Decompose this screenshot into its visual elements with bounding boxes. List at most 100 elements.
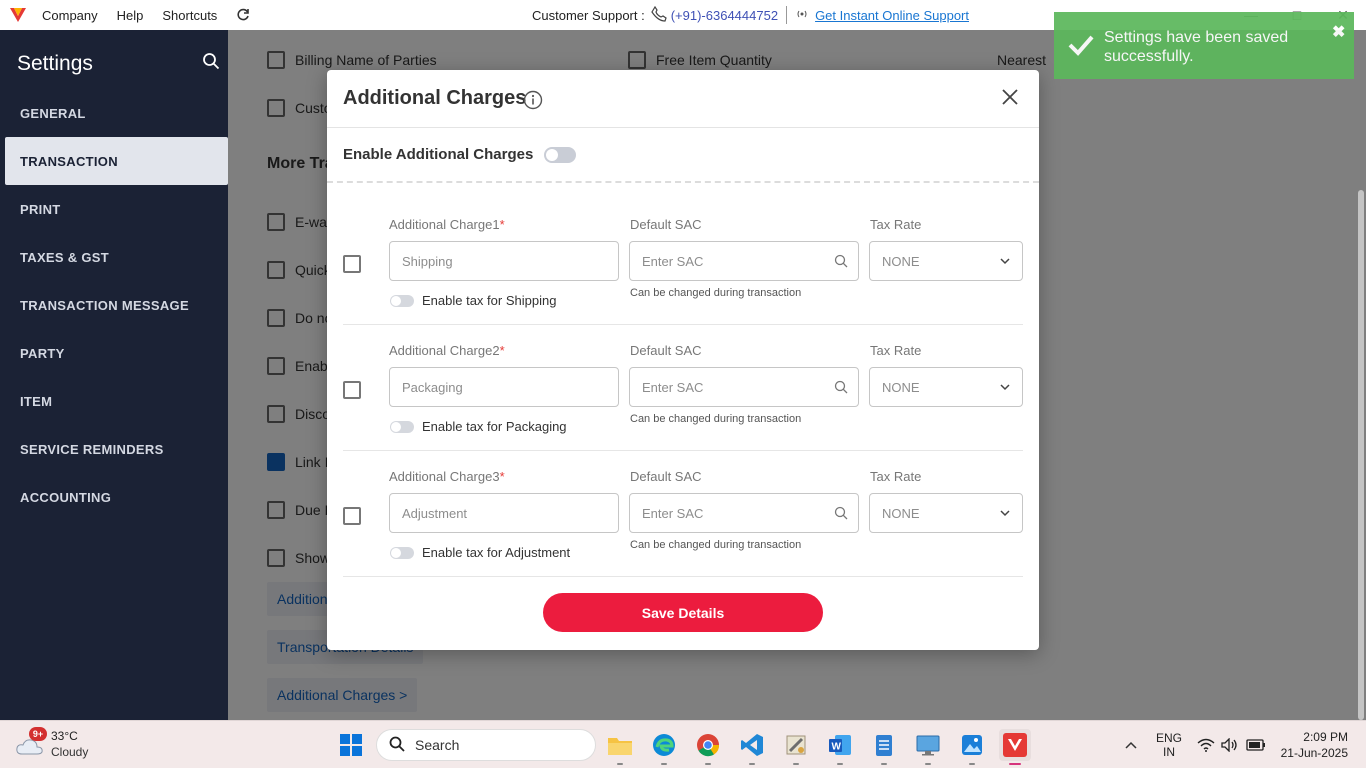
charge-1-tax-select[interactable]: NONE <box>869 241 1023 281</box>
required-mark: * <box>499 343 505 358</box>
divider <box>786 6 788 24</box>
chrome-browser-icon[interactable] <box>692 729 724 765</box>
search-icon <box>389 736 405 755</box>
charge-3-label: Additional Charge3* <box>389 469 505 484</box>
word-icon[interactable]: W <box>824 729 856 765</box>
charge-2-sac-placeholder: Enter SAC <box>642 379 704 395</box>
search-icon[interactable] <box>202 52 220 70</box>
sidebar-item-accounting[interactable]: ACCOUNTING <box>5 473 228 521</box>
toast-close-icon[interactable]: ✖ <box>1332 22 1345 42</box>
settings-sidebar: Settings GENERAL TRANSACTION PRINT TAXES… <box>0 30 228 720</box>
charge-3-tax-toggle-label: Enable tax for Adjustment <box>422 545 571 560</box>
photos-icon[interactable] <box>956 729 988 765</box>
weather-widget[interactable]: 9+ 33°C Cloudy <box>15 727 125 763</box>
sidebar-item-print[interactable]: PRINT <box>5 185 228 233</box>
file-explorer-icon[interactable] <box>604 729 636 765</box>
required-mark: * <box>499 217 505 232</box>
charge-2-label-text: Additional Charge2 <box>389 343 500 358</box>
windows-start-icon[interactable] <box>339 733 363 757</box>
chevron-down-icon <box>998 506 1012 520</box>
sidebar-item-taxes-gst[interactable]: TAXES & GST <box>5 233 228 281</box>
dialog-title: Additional Charges <box>343 87 527 109</box>
charge-1-tax-label: Tax Rate <box>870 217 922 232</box>
sidebar-item-party[interactable]: PARTY <box>5 329 228 377</box>
charge-3-tax-select[interactable]: NONE <box>869 493 1023 533</box>
charge-2-tax-label: Tax Rate <box>870 343 922 358</box>
running-indicator <box>793 763 799 765</box>
charge-2-sac-hint: Can be changed during transaction <box>630 413 802 425</box>
charge-2-tax-toggle-label: Enable tax for Packaging <box>422 419 567 434</box>
menu-shortcuts[interactable]: Shortcuts <box>162 8 217 23</box>
save-details-button[interactable]: Save Details <box>543 593 823 632</box>
charge-1-sac-placeholder: Enter SAC <box>642 253 704 269</box>
edge-browser-icon[interactable] <box>648 729 680 765</box>
clock-date: 21-Jun-2025 <box>1280 746 1348 760</box>
show-hidden-icons[interactable] <box>1124 721 1138 768</box>
clock[interactable]: 2:09 PM 21-Jun-2025 <box>1278 721 1348 768</box>
battery-icon[interactable] <box>1246 721 1266 768</box>
charge-1-tax-toggle[interactable] <box>390 295 414 307</box>
chevron-down-icon <box>998 380 1012 394</box>
support-phone[interactable]: (+91)-6364444752 <box>671 8 778 23</box>
charge-2-checkbox[interactable] <box>343 381 361 399</box>
charge-1-sac-label: Default SAC <box>630 217 702 232</box>
taskbar-search[interactable]: Search <box>376 729 596 761</box>
charge-1-checkbox[interactable] <box>343 255 361 273</box>
active-indicator <box>1009 763 1021 765</box>
remote-desktop-icon[interactable] <box>912 729 944 765</box>
charge-2-name-input[interactable]: Packaging <box>389 367 619 407</box>
dialog-header: Additional Charges <box>327 70 1039 128</box>
tools-app-icon[interactable] <box>780 729 812 765</box>
refresh-icon[interactable] <box>236 8 250 22</box>
language-bottom: IN <box>1163 745 1175 759</box>
running-indicator <box>881 763 887 765</box>
info-icon[interactable] <box>523 90 543 110</box>
support-label: Customer Support : <box>532 7 645 23</box>
sidebar-item-service-reminders[interactable]: SERVICE REMINDERS <box>5 425 228 473</box>
charge-3-tax-toggle[interactable] <box>390 547 414 559</box>
vyapar-logo-icon <box>9 6 27 24</box>
running-indicator <box>837 763 843 765</box>
charge-1-sac-hint: Can be changed during transaction <box>630 287 802 299</box>
charge-3-checkbox[interactable] <box>343 507 361 525</box>
scrollbar[interactable] <box>1358 190 1364 720</box>
chevron-down-icon <box>998 254 1012 268</box>
wifi-icon[interactable] <box>1197 721 1215 768</box>
charge-2-tax-select[interactable]: NONE <box>869 367 1023 407</box>
customer-support: Customer Support : (+91)-6364444752 Get … <box>532 0 969 30</box>
charge-3-tax-value: NONE <box>882 505 920 521</box>
vscode-icon[interactable] <box>736 729 768 765</box>
online-support-link[interactable]: Get Instant Online Support <box>815 8 969 23</box>
notepad-icon[interactable] <box>868 729 900 765</box>
dashed-divider <box>327 181 1039 183</box>
success-toast: Settings have been saved successfully. ✖ <box>1054 12 1354 79</box>
charge-3-name-input[interactable]: Adjustment <box>389 493 619 533</box>
notification-badge: 9+ <box>29 727 47 741</box>
charge-1-name-input[interactable]: Shipping <box>389 241 619 281</box>
charge-2-tax-toggle[interactable] <box>390 421 414 433</box>
sidebar-item-general[interactable]: GENERAL <box>5 89 228 137</box>
vyapar-app-icon[interactable] <box>999 729 1031 765</box>
language-indicator[interactable]: ENG IN <box>1156 721 1182 768</box>
svg-text:W: W <box>832 742 842 753</box>
volume-icon[interactable] <box>1221 721 1239 768</box>
sidebar-item-item[interactable]: ITEM <box>5 377 228 425</box>
search-icon <box>834 506 848 520</box>
windows-taskbar: 9+ 33°C Cloudy Search W ENG IN 2:09 PM 2… <box>0 720 1366 768</box>
menu-company[interactable]: Company <box>42 8 98 23</box>
menu-help[interactable]: Help <box>117 8 144 23</box>
enable-additional-charges-toggle[interactable] <box>544 146 577 163</box>
charge-3-sac-hint: Can be changed during transaction <box>630 539 802 551</box>
charge-3-sac-input[interactable]: Enter SAC <box>629 493 859 533</box>
sidebar-item-transaction-message[interactable]: TRANSACTION MESSAGE <box>5 281 228 329</box>
running-indicator <box>705 763 711 765</box>
close-icon[interactable] <box>1000 87 1020 107</box>
charge-3-label-text: Additional Charge3 <box>389 469 500 484</box>
charge-2-sac-input[interactable]: Enter SAC <box>629 367 859 407</box>
broadcast-icon <box>795 8 809 23</box>
search-icon <box>834 380 848 394</box>
charge-1-tax-toggle-label: Enable tax for Shipping <box>422 293 557 308</box>
sidebar-item-transaction[interactable]: TRANSACTION <box>5 137 228 185</box>
phone-icon <box>651 5 667 25</box>
charge-1-sac-input[interactable]: Enter SAC <box>629 241 859 281</box>
